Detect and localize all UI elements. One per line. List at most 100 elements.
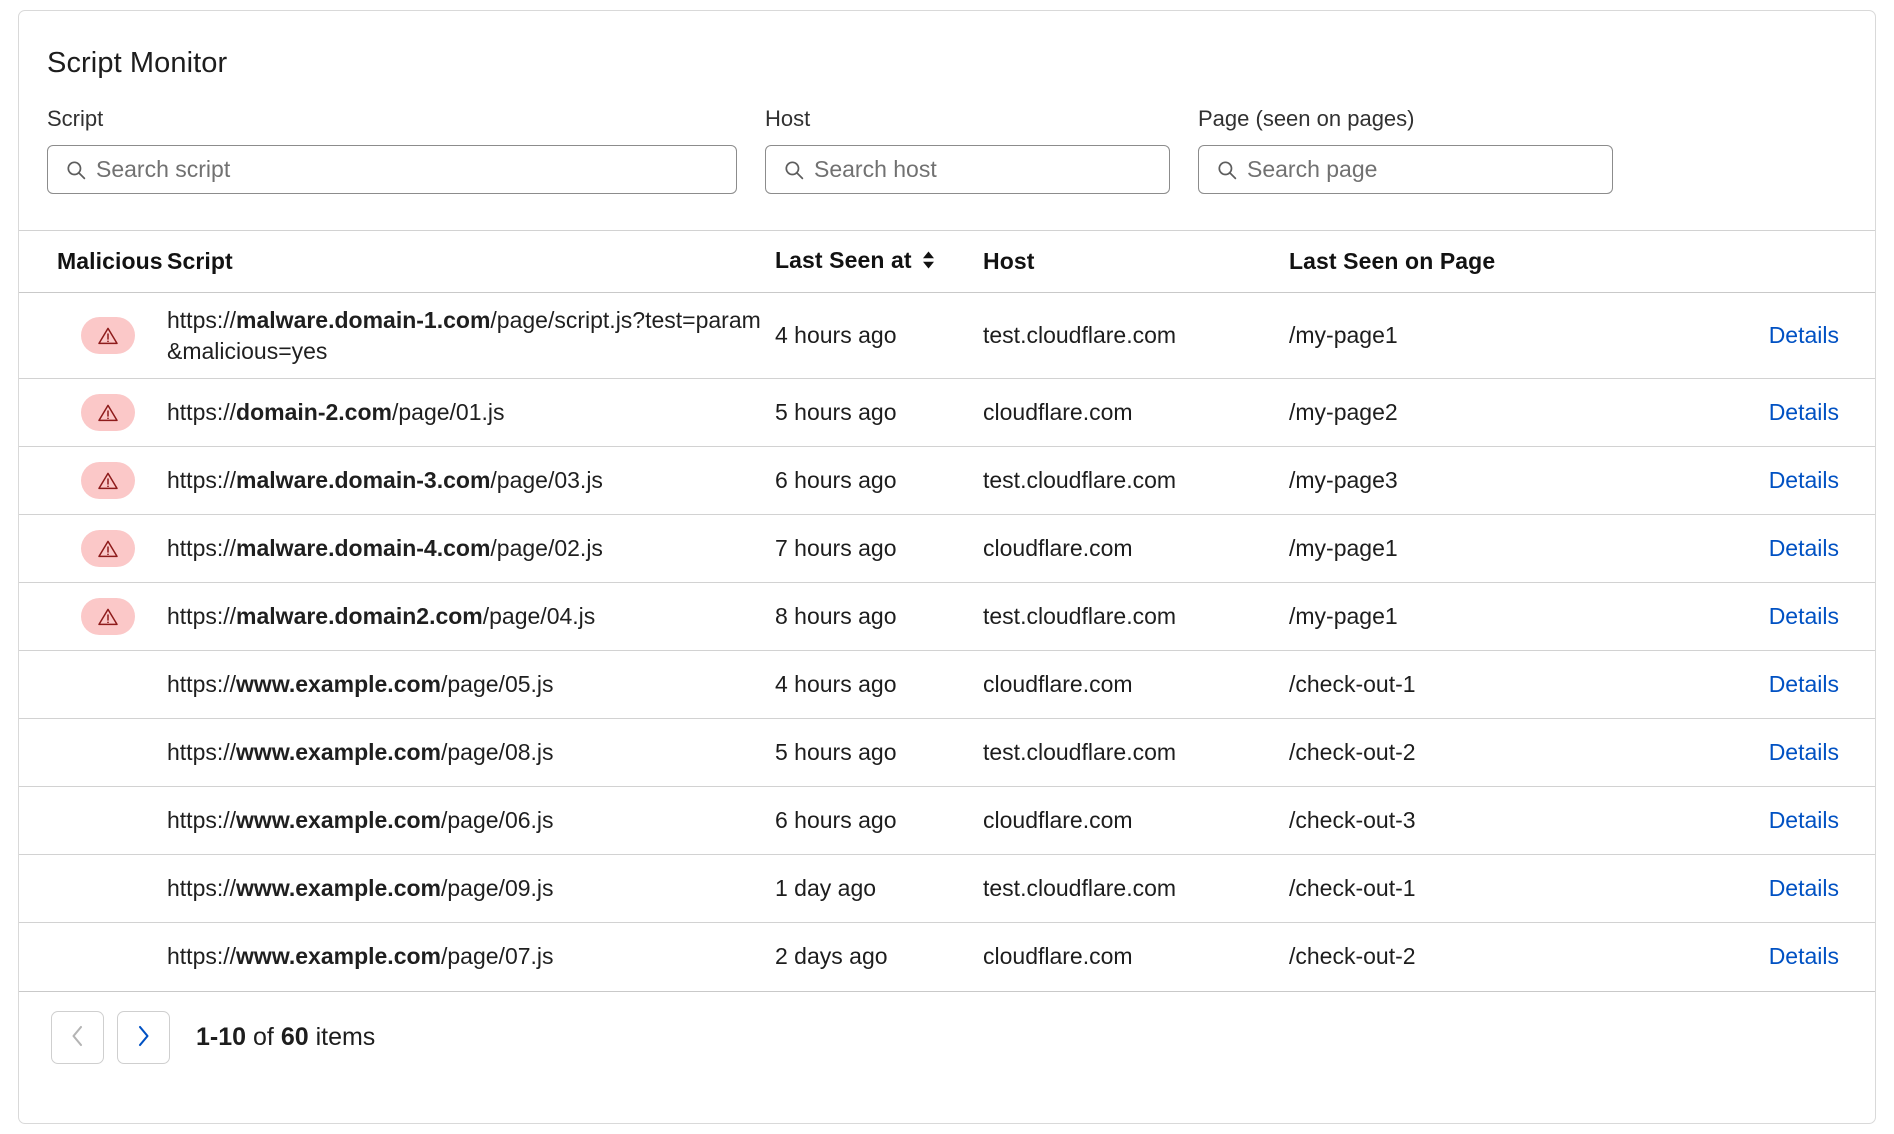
cell-malicious <box>19 447 167 515</box>
malicious-badge <box>81 598 135 635</box>
cell-script: https://malware.domain-3.com/page/03.js <box>167 447 775 515</box>
cell-malicious <box>19 293 167 379</box>
script-url: https://www.example.com/page/07.js <box>167 941 775 972</box>
cell-host-value: cloudflare.com <box>983 399 1133 425</box>
cell-last-seen-at-value: 5 hours ago <box>775 399 896 425</box>
search-host-box[interactable] <box>765 145 1170 194</box>
cell-actions: Details <box>1607 651 1875 719</box>
cell-host: test.cloudflare.com <box>983 583 1289 651</box>
cell-host-value: test.cloudflare.com <box>983 467 1176 493</box>
table-row: https://www.example.com/page/09.js1 day … <box>19 855 1875 923</box>
column-header-actions <box>1607 231 1875 293</box>
table-row: https://malware.domain-1.com/page/script… <box>19 293 1875 379</box>
cell-last-seen-on-page: /my-page1 <box>1289 515 1607 583</box>
cell-actions: Details <box>1607 515 1875 583</box>
cell-malicious <box>19 855 167 923</box>
cell-last-seen-on-page: /check-out-2 <box>1289 719 1607 787</box>
cell-host: cloudflare.com <box>983 515 1289 583</box>
cell-last-seen-on-page: /check-out-3 <box>1289 787 1607 855</box>
details-link[interactable]: Details <box>1769 943 1839 969</box>
table-body: https://malware.domain-1.com/page/script… <box>19 293 1875 991</box>
column-header-last-seen-at[interactable]: Last Seen at <box>775 231 983 293</box>
filter-host: Host <box>765 106 1170 194</box>
filter-host-label: Host <box>765 106 1170 132</box>
cell-last-seen-at: 4 hours ago <box>775 651 983 719</box>
cell-last-seen-at-value: 1 day ago <box>775 875 876 901</box>
cell-host: cloudflare.com <box>983 923 1289 991</box>
script-url: https://www.example.com/page/06.js <box>167 805 775 836</box>
column-header-last-seen-at-label: Last Seen at <box>775 247 912 273</box>
sort-arrows-icon[interactable] <box>921 249 936 276</box>
search-icon <box>1217 160 1237 180</box>
cell-host: cloudflare.com <box>983 787 1289 855</box>
script-monitor-card: Script Monitor Script Host <box>18 10 1876 1124</box>
search-page-box[interactable] <box>1198 145 1613 194</box>
filter-script-label: Script <box>47 106 737 132</box>
warning-triangle-icon <box>97 471 119 491</box>
cell-malicious <box>19 787 167 855</box>
cell-host: test.cloudflare.com <box>983 447 1289 515</box>
cell-host-value: test.cloudflare.com <box>983 322 1176 348</box>
cell-actions: Details <box>1607 923 1875 991</box>
cell-last-seen-at: 8 hours ago <box>775 583 983 651</box>
column-header-script: Script <box>167 231 775 293</box>
cell-last-seen-at: 6 hours ago <box>775 787 983 855</box>
cell-last-seen-on-page-value: /my-page1 <box>1289 535 1398 561</box>
warning-triangle-icon <box>97 607 119 627</box>
search-icon <box>66 160 86 180</box>
cell-malicious <box>19 583 167 651</box>
cell-script: https://www.example.com/page/07.js <box>167 923 775 991</box>
search-script-box[interactable] <box>47 145 737 194</box>
table-header-row: Malicious Script Last Seen at Host Last … <box>19 231 1875 293</box>
cell-host-value: cloudflare.com <box>983 943 1133 969</box>
details-link[interactable]: Details <box>1769 467 1839 493</box>
malicious-badge <box>81 462 135 499</box>
details-link[interactable]: Details <box>1769 322 1839 348</box>
script-url: https://www.example.com/page/08.js <box>167 737 775 768</box>
cell-host-value: test.cloudflare.com <box>983 739 1176 765</box>
table-row: https://domain-2.com/page/01.js5 hours a… <box>19 379 1875 447</box>
search-script-input[interactable] <box>96 156 736 183</box>
cell-actions: Details <box>1607 379 1875 447</box>
filter-bar-spacer <box>19 194 1875 230</box>
cell-actions: Details <box>1607 293 1875 379</box>
table-row: https://www.example.com/page/08.js5 hour… <box>19 719 1875 787</box>
details-link[interactable]: Details <box>1769 739 1839 765</box>
cell-host: cloudflare.com <box>983 379 1289 447</box>
details-link[interactable]: Details <box>1769 535 1839 561</box>
search-host-input[interactable] <box>814 156 1169 183</box>
pagination: 1-10 of 60 items <box>19 991 1875 1083</box>
cell-host: cloudflare.com <box>983 651 1289 719</box>
malicious-badge <box>81 317 135 354</box>
script-monitor-table: Malicious Script Last Seen at Host Last … <box>19 230 1875 991</box>
cell-last-seen-on-page-value: /check-out-3 <box>1289 807 1416 833</box>
cell-last-seen-at-value: 2 days ago <box>775 943 888 969</box>
pagination-prev-button[interactable] <box>51 1011 104 1064</box>
table-row: https://www.example.com/page/05.js4 hour… <box>19 651 1875 719</box>
malicious-badge <box>81 394 135 431</box>
search-page-input[interactable] <box>1247 156 1612 183</box>
details-link[interactable]: Details <box>1769 399 1839 425</box>
cell-last-seen-at-value: 4 hours ago <box>775 671 896 697</box>
details-link[interactable]: Details <box>1769 807 1839 833</box>
chevron-right-icon <box>136 1024 151 1051</box>
cell-host: test.cloudflare.com <box>983 855 1289 923</box>
details-link[interactable]: Details <box>1769 603 1839 629</box>
chevron-left-icon <box>70 1024 85 1051</box>
cell-script: https://malware.domain2.com/page/04.js <box>167 583 775 651</box>
table-row: https://www.example.com/page/07.js2 days… <box>19 923 1875 991</box>
cell-script: https://www.example.com/page/06.js <box>167 787 775 855</box>
cell-host-value: cloudflare.com <box>983 535 1133 561</box>
details-link[interactable]: Details <box>1769 671 1839 697</box>
cell-last-seen-at: 5 hours ago <box>775 379 983 447</box>
cell-host: test.cloudflare.com <box>983 719 1289 787</box>
cell-host: test.cloudflare.com <box>983 293 1289 379</box>
cell-last-seen-on-page: /my-page1 <box>1289 583 1607 651</box>
script-url: https://malware.domain2.com/page/04.js <box>167 601 775 632</box>
pagination-next-button[interactable] <box>117 1011 170 1064</box>
pagination-summary: 1-10 of 60 items <box>196 1023 375 1052</box>
cell-last-seen-at-value: 6 hours ago <box>775 467 896 493</box>
search-icon <box>784 160 804 180</box>
filter-script: Script <box>47 106 737 194</box>
details-link[interactable]: Details <box>1769 875 1839 901</box>
